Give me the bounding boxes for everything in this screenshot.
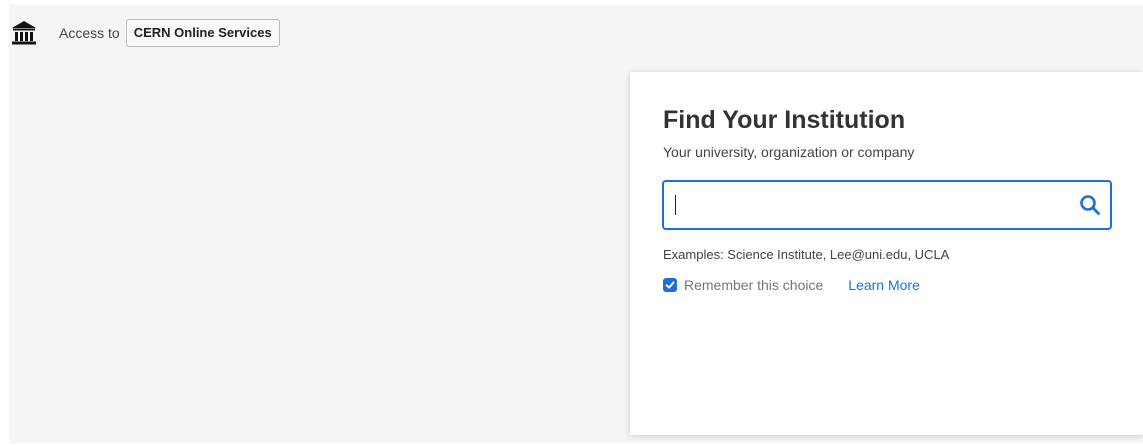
search-icon[interactable] — [1070, 182, 1110, 228]
institution-search-input[interactable] — [664, 182, 1070, 228]
access-label: Access to — [59, 25, 120, 41]
service-name-badge: CERN Online Services — [125, 19, 280, 47]
institution-icon — [9, 18, 39, 48]
remember-choice-label[interactable]: Remember this choice — [684, 277, 823, 293]
remember-choice-checkbox[interactable] — [663, 278, 677, 292]
page: Access to CERN Online Services Find Your… — [0, 0, 1143, 446]
search-box[interactable] — [662, 180, 1112, 230]
card-subtitle: Your university, organization or company — [663, 144, 915, 160]
header: Access to CERN Online Services — [9, 17, 280, 49]
search-examples: Examples: Science Institute, Lee@uni.edu… — [663, 247, 950, 262]
card-title: Find Your Institution — [663, 106, 906, 134]
learn-more-link[interactable]: Learn More — [848, 277, 920, 293]
check-icon — [665, 281, 675, 289]
remember-choice-row: Remember this choice Learn More — [663, 277, 920, 293]
institution-search-card: Find Your Institution Your university, o… — [630, 72, 1143, 435]
text-cursor — [675, 195, 676, 215]
